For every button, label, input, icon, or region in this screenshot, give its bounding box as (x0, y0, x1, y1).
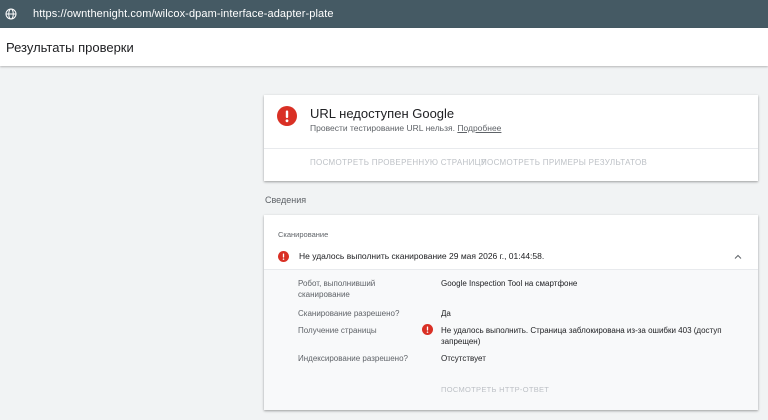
detail-label: Получение страницы (298, 326, 377, 335)
category-label: Сканирование (278, 230, 329, 239)
url-bar: https://ownthenight.com/wilcox-dpam-inte… (0, 0, 768, 28)
page-title: Результаты проверки (6, 39, 134, 55)
detail-value: Google Inspection Tool на смартфоне (441, 279, 578, 288)
error-icon (277, 106, 297, 126)
error-icon (278, 251, 289, 262)
error-icon (422, 324, 433, 335)
detail-value: Да (441, 309, 451, 318)
detail-value: Не удалось выполнить. Страница заблокиро… (441, 326, 722, 346)
divider (264, 148, 758, 149)
crawl-details-body: Робот, выполнивший сканирование Google I… (264, 269, 758, 410)
details-card: Сканирование Не удалось выполнить сканир… (264, 215, 758, 410)
view-http-response-button[interactable]: ПОСМОТРЕТЬ HTTP-ОТВЕТ (441, 385, 549, 394)
detail-value: Отсутствует (441, 354, 486, 363)
status-subtext: Провести тестирование URL нельзя. (310, 123, 455, 133)
learn-more-link[interactable]: Подробнее (457, 123, 501, 133)
page-header: Результаты проверки (0, 28, 768, 66)
section-label: Сведения (265, 195, 307, 205)
view-sample-results-button[interactable]: ПОСМОТРЕТЬ ПРИМЕРЫ РЕЗУЛЬТАТОВ (481, 158, 647, 167)
chevron-up-icon[interactable] (732, 251, 744, 263)
view-crawled-page-button[interactable]: ПОСМОТРЕТЬ ПРОВЕРЕННУЮ СТРАНИЦУ (310, 158, 486, 167)
globe-icon (5, 8, 17, 20)
detail-label: Индексирование разрешено? (298, 354, 408, 363)
detail-label: Робот, выполнивший сканирование (298, 279, 376, 299)
url-text[interactable]: https://ownthenight.com/wilcox-dpam-inte… (33, 8, 334, 20)
detail-label: Сканирование разрешено? (298, 309, 400, 318)
crawl-summary-row[interactable]: Не удалось выполнить сканирование 29 мая… (264, 247, 758, 269)
crawl-summary-text: Не удалось выполнить сканирование 29 мая… (299, 251, 545, 261)
status-headline: URL недоступен Google (310, 106, 455, 121)
status-card: URL недоступен Google Провести тестирова… (264, 95, 758, 181)
status-subtext-line: Провести тестирование URL нельзя. Подроб… (310, 123, 501, 133)
